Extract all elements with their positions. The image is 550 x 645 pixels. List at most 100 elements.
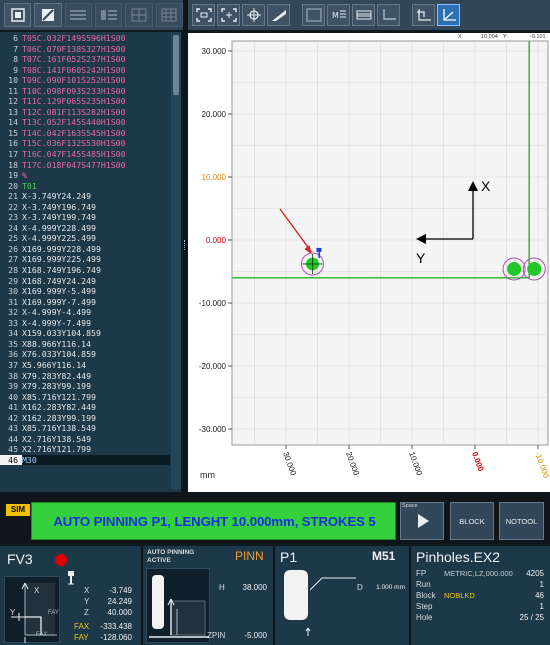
crosshair-button[interactable] bbox=[242, 4, 265, 26]
crosshair-icon bbox=[246, 8, 261, 22]
program-line[interactable]: 17 T16C.047F145S485H1S00 bbox=[0, 149, 170, 160]
show-corner-button[interactable] bbox=[377, 4, 400, 26]
program-line[interactable]: 43 X85.716Y138.549 bbox=[0, 423, 170, 434]
pin-diagram bbox=[146, 568, 210, 643]
program-line[interactable]: 9 T08C.141F060S242H1S00 bbox=[0, 65, 170, 76]
line-number: 11 bbox=[8, 85, 18, 96]
program-line[interactable]: 19% bbox=[0, 170, 170, 181]
program-line[interactable]: 20 T01 bbox=[0, 181, 170, 192]
program-line[interactable]: 23 X-3.749Y199.749 bbox=[0, 212, 170, 223]
program-line[interactable]: 13 T12C.081F113S282H1S00 bbox=[0, 107, 170, 118]
program-line[interactable]: 25 X-4.999Y225.499 bbox=[0, 233, 170, 244]
program-line[interactable]: 41 X162.283Y82.449 bbox=[0, 402, 170, 413]
line-number: 6 bbox=[13, 33, 18, 43]
info-label: FP bbox=[416, 569, 427, 578]
zpin-label: ZPIN bbox=[207, 631, 226, 640]
line-number: 40 bbox=[8, 391, 18, 402]
h-value: 38.000 bbox=[242, 583, 267, 592]
fax-value: -333.438 bbox=[100, 622, 132, 631]
table-icon bbox=[161, 8, 177, 22]
codes-icon: M bbox=[332, 10, 346, 20]
program-line[interactable]: 28 X168.749Y196.749 bbox=[0, 265, 170, 276]
coord-y-label: Y: bbox=[503, 34, 508, 40]
fax-label: FAX bbox=[74, 622, 90, 631]
program-line[interactable]: 21 X-3.749Y24.249 bbox=[0, 191, 170, 202]
axis-x-label: X bbox=[481, 178, 491, 194]
view-frame-button[interactable] bbox=[302, 4, 325, 26]
program-line[interactable]: 44 X2.716Y138.549 bbox=[0, 434, 170, 445]
list-view-button[interactable] bbox=[64, 3, 92, 27]
y-value: 24.249 bbox=[107, 597, 132, 606]
program-line[interactable]: 6 T05C.032F149S596H1S00 bbox=[0, 33, 170, 44]
program-name: Pinholes.EX2 bbox=[416, 549, 501, 565]
program-line[interactable]: 7 T06C.070F138S327H1S00 bbox=[0, 44, 170, 55]
program-line[interactable]: 35 X88.966Y116.14 bbox=[0, 339, 170, 350]
fay-label: FAY bbox=[74, 633, 89, 642]
zoom-fit-button[interactable] bbox=[192, 4, 215, 26]
axes-button[interactable] bbox=[437, 4, 460, 26]
program-line[interactable]: 15 T14C.042F163S545H1S00 bbox=[0, 128, 170, 139]
line-number: 32 bbox=[8, 307, 18, 318]
program-scrollbar[interactable] bbox=[171, 33, 181, 489]
program-line[interactable]: 40 X85.716Y121.799 bbox=[0, 392, 170, 403]
select-all-icon bbox=[10, 8, 25, 22]
line-code: X85.716Y121.799 bbox=[22, 391, 96, 402]
program-line[interactable]: 26 X169.999Y228.499 bbox=[0, 244, 170, 255]
program-line[interactable]: 33 X-4.999Y-7.499 bbox=[0, 318, 170, 329]
line-code: T13C.052F145S440H1S00 bbox=[22, 117, 126, 128]
program-line[interactable]: 42 X162.283Y99.199 bbox=[0, 413, 170, 424]
show-table-button[interactable] bbox=[352, 4, 375, 26]
line-code: T01 bbox=[22, 180, 37, 191]
line-number: 37 bbox=[8, 359, 18, 370]
part-plot[interactable]: X: 10.094 Y: -9.101 30.000 20.000 10.000 0.000 -… bbox=[188, 33, 550, 492]
fv-title: FV3 bbox=[7, 551, 33, 567]
program-line[interactable]: 38 X79.283Y82.449 bbox=[0, 371, 170, 382]
graphics-toolbar: M bbox=[188, 0, 550, 32]
notool-button[interactable]: NOTOOL bbox=[499, 502, 544, 540]
program-line[interactable]: 29 X168.749Y24.249 bbox=[0, 276, 170, 287]
program-line[interactable]: 39 X79.283Y99.199 bbox=[0, 381, 170, 392]
program-line[interactable]: 11 T10C.098F093S233H1S00 bbox=[0, 86, 170, 97]
current-program-line[interactable]: 46 M30 bbox=[0, 454, 170, 466]
line-number: 10 bbox=[8, 75, 18, 86]
program-line[interactable]: 34 X159.033Y104.859 bbox=[0, 328, 170, 339]
program-line[interactable]: 37 X5.966Y116.14 bbox=[0, 360, 170, 371]
zoom-window-button[interactable] bbox=[217, 4, 240, 26]
program-line[interactable]: 8 T07C.161F052S237H1S00 bbox=[0, 54, 170, 65]
program-line[interactable]: 14 T13C.052F145S440H1S00 bbox=[0, 117, 170, 128]
grid-button[interactable] bbox=[125, 3, 153, 27]
select-all-button[interactable] bbox=[4, 3, 32, 27]
splitter-grip[interactable] bbox=[184, 240, 187, 250]
message-box: AUTO PINNING P1, LENGHT 10.000mm, STROKE… bbox=[31, 502, 396, 540]
program-line[interactable]: 24 X-4.999Y228.499 bbox=[0, 223, 170, 234]
info-value: 1 bbox=[539, 580, 544, 589]
program-line[interactable]: 45 X2.716Y121.799 bbox=[0, 444, 170, 455]
program-line[interactable]: 27 X169.999Y225.499 bbox=[0, 254, 170, 265]
program-line[interactable]: 18 T17C.018F047S477H1S00 bbox=[0, 160, 170, 171]
program-code-list[interactable]: 6 T05C.032F149S596H1S00 7 T06C.070F138S327H… bbox=[0, 33, 170, 489]
program-line[interactable]: 10 T09C.090F101S252H1S00 bbox=[0, 75, 170, 86]
line-number: 44 bbox=[8, 433, 18, 444]
diameter-leader-icon bbox=[310, 577, 356, 591]
scrollbar-thumb[interactable] bbox=[173, 35, 179, 95]
table-button[interactable] bbox=[155, 3, 183, 27]
program-line[interactable]: 12 T11C.129F065S235H1S00 bbox=[0, 96, 170, 107]
line-code: T17C.018F047S477H1S00 bbox=[22, 159, 126, 170]
line-code: X-3.749Y24.249 bbox=[22, 191, 92, 202]
program-line[interactable]: 16 T15C.036F132S530H1S00 bbox=[0, 138, 170, 149]
line-code: X76.033Y104.859 bbox=[22, 349, 96, 360]
list-detail-button[interactable] bbox=[94, 3, 123, 27]
origin-button[interactable] bbox=[412, 4, 435, 26]
program-line[interactable]: 22 X-3.749Y196.749 bbox=[0, 202, 170, 213]
block-button[interactable]: BLOCK bbox=[450, 502, 494, 540]
measure-button[interactable] bbox=[267, 4, 290, 26]
line-code: X162.283Y82.449 bbox=[22, 402, 96, 413]
program-line[interactable]: 31 X169.999Y-7.499 bbox=[0, 297, 170, 308]
edit-button[interactable] bbox=[34, 3, 62, 27]
program-line[interactable]: 36 X76.033Y104.859 bbox=[0, 349, 170, 360]
diagram-x-label: X bbox=[34, 586, 40, 595]
program-line[interactable]: 30 X169.999Y-5.499 bbox=[0, 286, 170, 297]
line-code: X162.283Y99.199 bbox=[22, 412, 96, 423]
program-line[interactable]: 32 X-4.999Y-4.499 bbox=[0, 307, 170, 318]
show-codes-button[interactable]: M bbox=[327, 4, 350, 26]
